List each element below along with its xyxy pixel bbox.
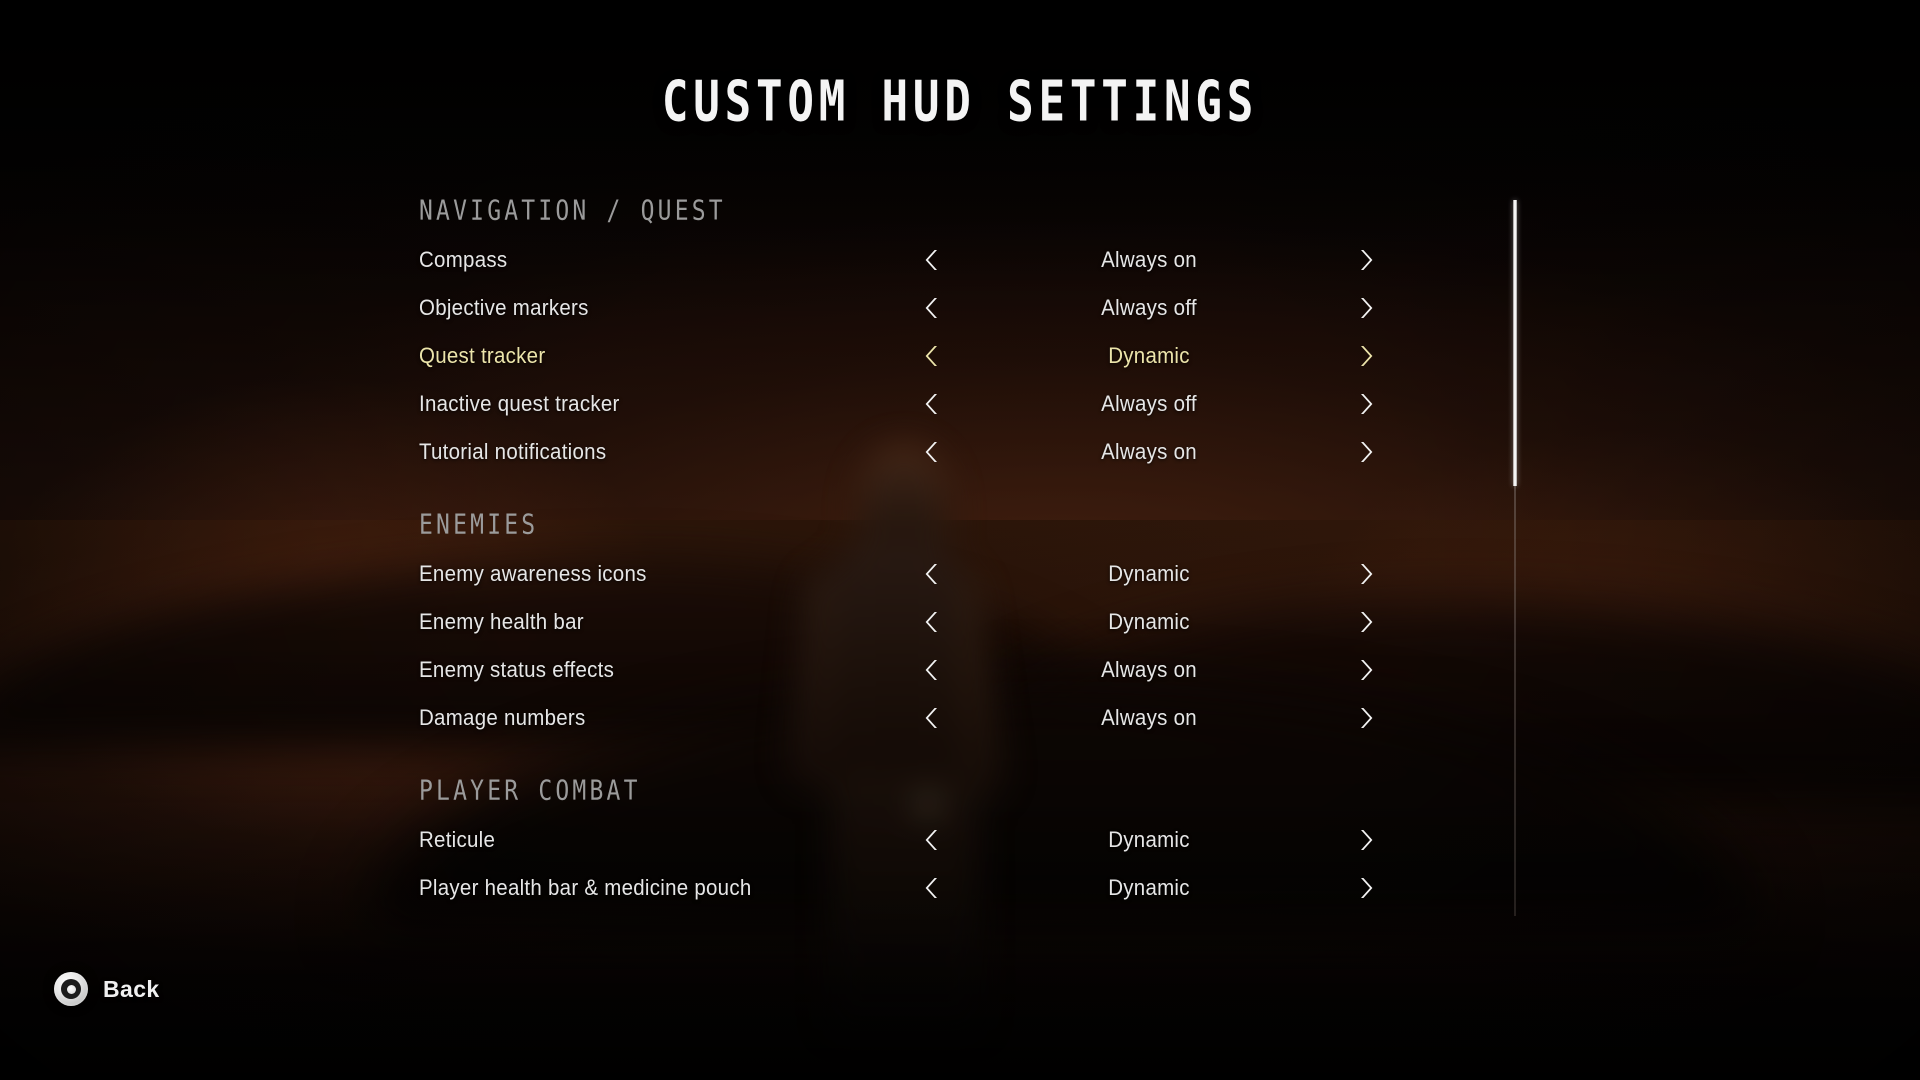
circle-button-icon [54, 972, 88, 1006]
setting-value: Dynamic [1108, 827, 1190, 852]
settings-section: PLAYER COMBAT Reticule Dynamic Player healt… [419, 776, 1539, 912]
setting-label: Compass [419, 247, 508, 272]
chevron-right-icon[interactable] [1353, 607, 1379, 637]
setting-value: Always on [1101, 657, 1197, 682]
scrollbar-thumb[interactable] [1513, 200, 1517, 487]
setting-row[interactable]: Quest tracker Dynamic [419, 332, 1539, 380]
chevron-right-icon[interactable] [1353, 655, 1379, 685]
setting-control: Dynamic [919, 341, 1379, 371]
setting-row[interactable]: Compass Always on [419, 236, 1539, 284]
setting-row[interactable]: Objective markers Always off [419, 284, 1539, 332]
setting-label: Enemy health bar [419, 609, 584, 634]
chevron-left-icon[interactable] [919, 341, 945, 371]
setting-control: Always on [919, 245, 1379, 275]
chevron-right-icon[interactable] [1353, 437, 1379, 467]
chevron-left-icon[interactable] [919, 873, 945, 903]
chevron-left-icon[interactable] [919, 437, 945, 467]
chevron-right-icon[interactable] [1353, 825, 1379, 855]
setting-control: Dynamic [919, 873, 1379, 903]
setting-control: Dynamic [919, 607, 1379, 637]
setting-label: Player health bar & medicine pouch [419, 875, 752, 900]
setting-control: Always on [919, 655, 1379, 685]
setting-label: Quest tracker [419, 343, 546, 368]
setting-value: Dynamic [1108, 343, 1190, 368]
setting-row[interactable]: Player health bar & medicine pouch Dynami… [419, 864, 1539, 912]
chevron-left-icon[interactable] [919, 655, 945, 685]
section-header: NAVIGATION / QUEST [419, 196, 726, 227]
chevron-right-icon[interactable] [1353, 559, 1379, 589]
page-title: CUSTOM HUD SETTINGS [661, 68, 1259, 134]
setting-label: Reticule [419, 827, 496, 852]
scrollbar[interactable] [1513, 200, 1517, 916]
setting-row[interactable]: Enemy awareness icons Dynamic [419, 550, 1539, 598]
setting-control: Always on [919, 437, 1379, 467]
back-button[interactable]: Back [54, 972, 160, 1006]
chevron-left-icon[interactable] [919, 245, 945, 275]
chevron-right-icon[interactable] [1353, 293, 1379, 323]
setting-value: Always off [1101, 295, 1197, 320]
setting-row[interactable]: Reticule Dynamic [419, 816, 1539, 864]
setting-label: Objective markers [419, 295, 589, 320]
setting-label: Inactive quest tracker [419, 391, 620, 416]
setting-value: Always on [1101, 705, 1197, 730]
setting-row[interactable]: Enemy status effects Always on [419, 646, 1539, 694]
setting-control: Always off [919, 293, 1379, 323]
setting-row[interactable]: Tutorial notifications Always on [419, 428, 1539, 476]
chevron-left-icon[interactable] [919, 389, 945, 419]
settings-list: NAVIGATION / QUEST Compass Always on Object… [419, 196, 1539, 936]
setting-value: Always on [1101, 439, 1197, 464]
chevron-right-icon[interactable] [1353, 703, 1379, 733]
chevron-right-icon[interactable] [1353, 341, 1379, 371]
chevron-right-icon[interactable] [1353, 873, 1379, 903]
back-button-label: Back [103, 975, 160, 1002]
chevron-right-icon[interactable] [1353, 245, 1379, 275]
setting-row[interactable]: Damage numbers Always on [419, 694, 1539, 742]
setting-label: Enemy awareness icons [419, 561, 647, 586]
section-header: PLAYER COMBAT [419, 776, 641, 807]
setting-value: Dynamic [1108, 875, 1190, 900]
setting-control: Always off [919, 389, 1379, 419]
setting-value: Dynamic [1108, 609, 1190, 634]
chevron-left-icon[interactable] [919, 293, 945, 323]
chevron-left-icon[interactable] [919, 703, 945, 733]
setting-value: Dynamic [1108, 561, 1190, 586]
menu-overlay: CUSTOM HUD SETTINGS NAVIGATION / QUEST Co… [0, 0, 1920, 1080]
setting-control: Dynamic [919, 559, 1379, 589]
setting-label: Enemy status effects [419, 657, 615, 682]
setting-row[interactable]: Inactive quest tracker Always off [419, 380, 1539, 428]
settings-section: NAVIGATION / QUEST Compass Always on Object… [419, 196, 1539, 476]
setting-value: Always off [1101, 391, 1197, 416]
setting-control: Always on [919, 703, 1379, 733]
settings-section: ENEMIES Enemy awareness icons Dynamic Enemy… [419, 510, 1539, 742]
setting-row[interactable]: Enemy health bar Dynamic [419, 598, 1539, 646]
chevron-right-icon[interactable] [1353, 389, 1379, 419]
setting-control: Dynamic [919, 825, 1379, 855]
section-header: ENEMIES [419, 510, 539, 541]
setting-label: Tutorial notifications [419, 439, 607, 464]
chevron-left-icon[interactable] [919, 607, 945, 637]
setting-label: Damage numbers [419, 705, 586, 730]
chevron-left-icon[interactable] [919, 559, 945, 589]
chevron-left-icon[interactable] [919, 825, 945, 855]
setting-value: Always on [1101, 247, 1197, 272]
